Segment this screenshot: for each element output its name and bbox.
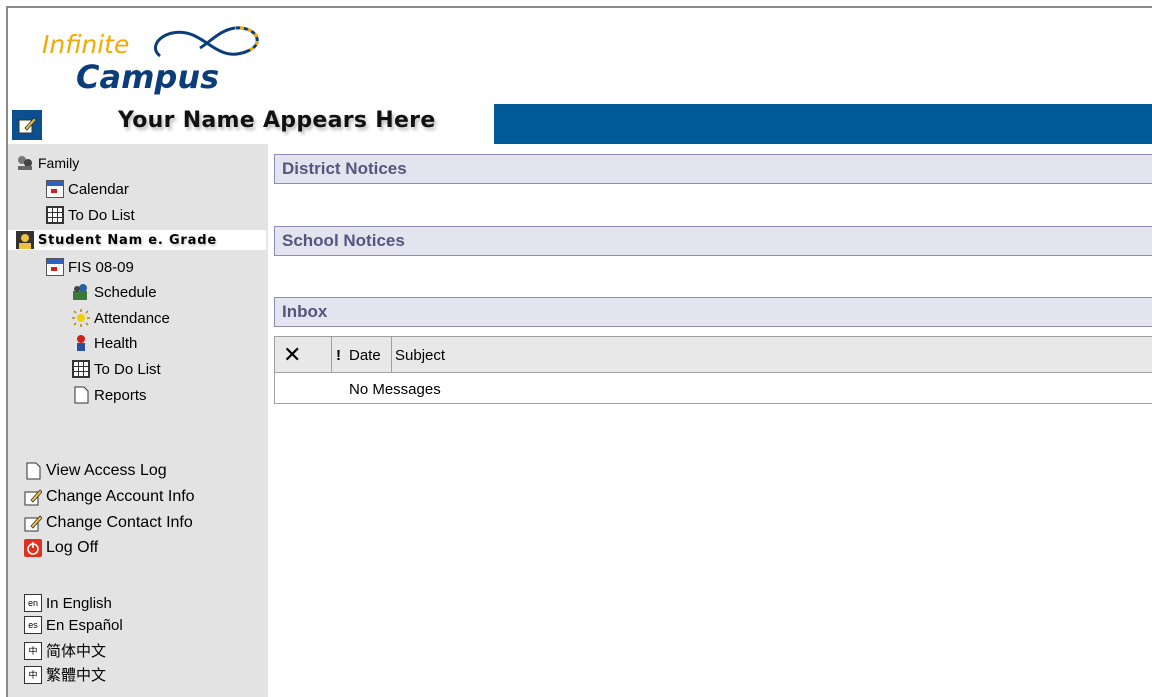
- sidebar-item-label: 简体中文: [46, 643, 107, 660]
- sidebar-item-label: Reports: [94, 386, 147, 404]
- calendar-icon: [46, 180, 64, 198]
- edit-icon: [24, 514, 42, 532]
- document-icon: [24, 462, 42, 480]
- sidebar-item-todo-student[interactable]: To Do List: [72, 360, 161, 378]
- school-notices-header: School Notices: [274, 226, 1152, 256]
- district-notices-header: District Notices: [274, 154, 1152, 184]
- sidebar-item-log-off[interactable]: Log Off: [24, 539, 98, 557]
- language-zh-icon: 中: [24, 641, 42, 660]
- infinite-campus-logo: Infinite Campus: [40, 14, 270, 99]
- sidebar-item-label: En Español: [46, 616, 123, 634]
- sidebar-item-change-account[interactable]: Change Account Info: [24, 488, 195, 506]
- sidebar-item-label: In English: [46, 594, 112, 612]
- sidebar-item-lang-es[interactable]: es En Español: [24, 616, 123, 634]
- section-title: Inbox: [282, 302, 328, 321]
- logo-word-infinite: Infinite: [42, 30, 130, 59]
- sidebar-item-todo[interactable]: To Do List: [46, 206, 135, 224]
- family-icon: [16, 154, 34, 172]
- health-icon: [72, 334, 90, 352]
- edit-profile-icon[interactable]: [12, 110, 42, 140]
- sidebar-item-label: Schedule: [94, 283, 157, 301]
- inbox-header: Inbox: [274, 297, 1152, 327]
- column-label: Date: [349, 346, 381, 364]
- sidebar-item-label: Log Off: [46, 539, 99, 556]
- sidebar-item-lang-zh-traditional[interactable]: 中 繁體中文: [24, 664, 106, 685]
- subject-column-header[interactable]: Subject: [391, 337, 511, 373]
- section-title: School Notices: [282, 231, 405, 250]
- sidebar-item-student[interactable]: Student Nam e. Grade: [16, 231, 217, 249]
- user-name-title: Your Name Appears Here: [118, 108, 436, 133]
- sidebar-item-label: View Access Log: [46, 462, 167, 479]
- empty-inbox-message: No Messages: [349, 381, 441, 398]
- close-icon: ✕: [283, 342, 302, 367]
- edit-icon: [24, 488, 42, 506]
- sidebar-item-label: Health: [94, 334, 138, 352]
- sidebar-item-label: To Do List: [94, 360, 161, 378]
- sidebar-item-term[interactable]: FIS 08-09: [46, 258, 134, 276]
- sidebar-item-schedule[interactable]: Schedule: [72, 283, 157, 301]
- sidebar-item-family[interactable]: Family: [16, 154, 79, 172]
- language-es-icon: es: [24, 616, 42, 634]
- date-column-header[interactable]: Date: [347, 337, 391, 373]
- delete-column-header[interactable]: ✕: [283, 337, 323, 373]
- todo-list-icon: [72, 360, 90, 378]
- inbox-table: ✕ ! Date Subject No Messages: [274, 336, 1152, 404]
- power-icon: [24, 539, 42, 557]
- priority-icon: !: [336, 346, 341, 364]
- header-blue-bar: [494, 104, 1152, 144]
- sidebar-item-label: FIS 08-09: [68, 258, 134, 276]
- sidebar-item-lang-en[interactable]: en In English: [24, 594, 112, 612]
- sidebar-item-change-contact[interactable]: Change Contact Info: [24, 514, 193, 532]
- sidebar: [8, 144, 268, 697]
- sidebar-item-view-access-log[interactable]: View Access Log: [24, 462, 167, 480]
- sidebar-item-label: Family: [38, 155, 80, 171]
- student-icon: [16, 231, 34, 249]
- section-title: District Notices: [282, 159, 407, 178]
- calendar-icon: [46, 258, 64, 276]
- sidebar-item-reports[interactable]: Reports: [72, 386, 147, 404]
- sidebar-item-calendar[interactable]: Calendar: [46, 180, 129, 198]
- language-zh-icon: 中: [24, 665, 42, 684]
- sidebar-item-label: Change Account Info: [46, 488, 195, 505]
- sidebar-item-label: To Do List: [68, 206, 135, 224]
- inbox-table-header: ✕ ! Date Subject: [275, 337, 1152, 373]
- priority-column-header[interactable]: !: [331, 337, 347, 373]
- document-icon: [72, 386, 90, 404]
- attendance-icon: [72, 309, 90, 327]
- sidebar-item-lang-zh-simplified[interactable]: 中 简体中文: [24, 640, 106, 661]
- sidebar-item-label: Change Contact Info: [46, 514, 193, 531]
- sidebar-item-label: Calendar: [68, 180, 129, 198]
- schedule-icon: [72, 283, 90, 301]
- column-label: Subject: [395, 346, 446, 364]
- logo-word-campus: Campus: [76, 58, 220, 96]
- todo-list-icon: [46, 206, 64, 224]
- sidebar-item-label: Attendance: [94, 309, 170, 327]
- sidebar-item-label: 繁體中文: [46, 667, 107, 684]
- sidebar-item-attendance[interactable]: Attendance: [72, 309, 170, 327]
- sidebar-item-label: Student Nam e. Grade: [38, 232, 217, 248]
- language-en-icon: en: [24, 594, 42, 612]
- sidebar-item-health[interactable]: Health: [72, 334, 137, 352]
